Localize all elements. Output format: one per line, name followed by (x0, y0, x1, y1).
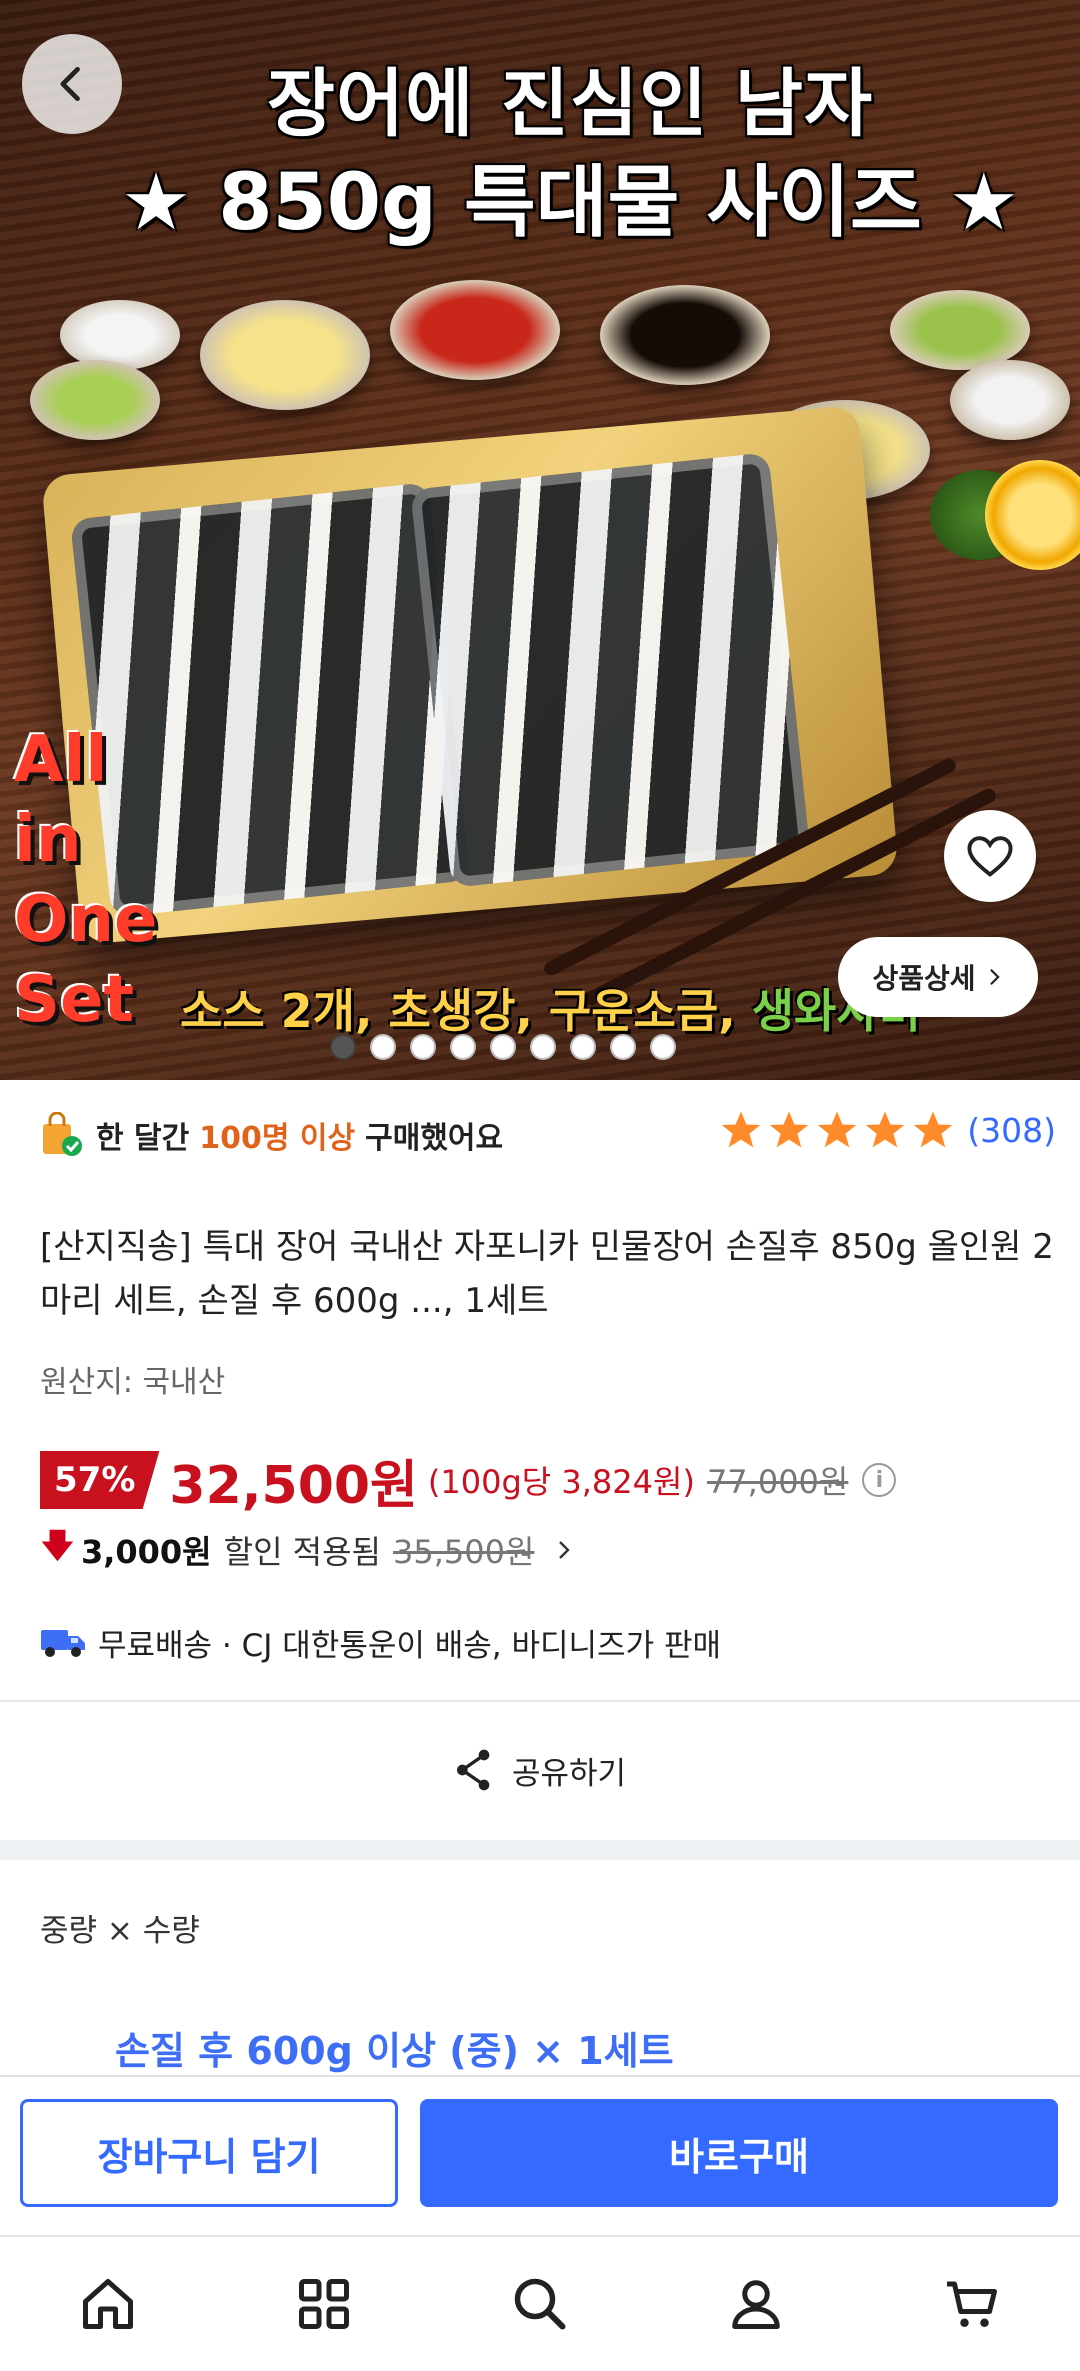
salt-bowl-right (950, 360, 1070, 440)
soy-sauce-bowl (600, 285, 770, 385)
wasabi-bowl (890, 290, 1030, 370)
heart-icon (967, 836, 1013, 877)
star-icon (770, 1111, 809, 1148)
product-title: [산지직송] 특대 장어 국내산 자포니카 민물장어 손질후 850g 올인원 … (40, 1227, 1054, 1321)
category-icon (299, 2279, 349, 2329)
price-info-icon[interactable]: i (862, 1463, 897, 1497)
original-price: 77,000원 (706, 1463, 849, 1501)
shopping-bag-check-icon (43, 1112, 82, 1156)
home-icon (83, 2279, 133, 2329)
discount-badge: 57% (40, 1451, 160, 1509)
star-icon (866, 1111, 905, 1148)
selected-option[interactable]: 손질 후 600g 이상 (중) × 1세트 (115, 2020, 674, 2075)
carousel-dot[interactable] (370, 1034, 396, 1060)
cart-icon (947, 2281, 997, 2327)
product-image-carousel[interactable]: 장어에 진심인 남자 ★ 850g 특대물 사이즈 ★ All in One S… (0, 0, 1080, 1080)
truck-icon (41, 1630, 85, 1657)
ginger-bowl (200, 300, 370, 410)
section-separator (0, 1840, 1080, 1860)
product-detail-label: 상품상세 (872, 962, 976, 995)
star-icon (914, 1111, 953, 1148)
buy-now-button[interactable]: 바로구매 (420, 2099, 1058, 2207)
carousel-dot[interactable] (330, 1034, 356, 1060)
chevron-right-icon (989, 969, 1000, 985)
side-text-word: in (14, 803, 82, 877)
tab-my-page[interactable] (701, 2249, 811, 2359)
tab-cart[interactable] (917, 2249, 1027, 2359)
wishlist-button[interactable] (944, 810, 1036, 902)
shipping-info: 무료배송 · CJ 대한통운이 배송, 바디니즈가 판매 (40, 1612, 1056, 1672)
extra-discount-amount: 3,000원 (80, 1533, 212, 1571)
sale-price: 32,500원 (169, 1455, 418, 1516)
tab-home[interactable] (53, 2249, 163, 2359)
salt-bowl (60, 300, 180, 370)
share-icon (456, 1749, 490, 1791)
share-button[interactable]: 공유하기 (0, 1700, 1080, 1840)
carousel-dot[interactable] (530, 1034, 556, 1060)
origin-label: 원산지: 국내산 (40, 1365, 226, 1400)
option-label: 중량 × 수량 (40, 1913, 200, 1949)
pre-discount-price: 35,500원 (393, 1533, 535, 1571)
add-to-cart-button[interactable]: 장바구니 담기 (20, 2099, 398, 2207)
search-icon (514, 2278, 566, 2330)
tab-category[interactable] (269, 2249, 379, 2359)
banner-text: 소스 2개, 초생강, 구운소금, (180, 984, 752, 1038)
my-page-icon (732, 2280, 780, 2329)
extra-discount-label: 할인 적용됨 (223, 1533, 381, 1571)
side-text-word: One (14, 883, 158, 957)
red-sauce-bowl (390, 280, 560, 380)
side-text-word: All (14, 723, 108, 797)
carousel-dot[interactable] (570, 1034, 596, 1060)
all-in-one-set-label: All in One Set (14, 720, 184, 1040)
notice-suffix: 구매했어요 (365, 1121, 504, 1156)
price-block: 57% 32,500원 (100g당 3,824원) 77,000원 i (40, 1445, 1056, 1516)
arrow-down-icon: 🡇 (40, 1525, 75, 1566)
product-detail-button[interactable]: 상품상세 (838, 937, 1038, 1017)
carousel-indicator (330, 1034, 676, 1060)
review-count[interactable]: (308) (967, 1111, 1056, 1150)
carousel-dot[interactable] (410, 1034, 436, 1060)
rating-summary[interactable]: (308) (719, 1108, 1056, 1152)
shipping-text: 무료배송 · CJ 대한통운이 배송, 바디니즈가 판매 (98, 1627, 721, 1664)
notice-highlight: 100명 이상 (199, 1121, 356, 1156)
carousel-dot[interactable] (490, 1034, 516, 1060)
unit-price: (100g당 3,824원) (427, 1463, 695, 1501)
carousel-dot[interactable] (610, 1034, 636, 1060)
share-label: 공유하기 (511, 1755, 627, 1792)
star-icon (818, 1111, 857, 1148)
hero-title-line1: 장어에 진심인 남자 (266, 61, 874, 147)
included-items-banner: 소스 2개, 초생강, 구운소금, 생와사비 (180, 975, 921, 1041)
purchase-action-bar: 장바구니 담기 바로구매 (0, 2075, 1080, 2235)
chevron-right-icon (559, 1541, 571, 1559)
hero-title-line2: ★ 850g 특대물 사이즈 ★ (121, 158, 1019, 248)
notice-prefix: 한 달간 (96, 1121, 190, 1156)
carousel-dot[interactable] (450, 1034, 476, 1060)
extra-discount-row[interactable]: 🡇 3,000원 할인 적용됨 35,500원 (40, 1525, 1056, 1575)
tab-search[interactable] (485, 2249, 595, 2359)
eel-pack-right (410, 452, 810, 888)
bottom-navigation (0, 2235, 1080, 2371)
star-icon (722, 1111, 761, 1148)
side-text-word: Set (14, 963, 135, 1037)
wasabi-bowl-left (30, 360, 160, 440)
carousel-dot[interactable] (650, 1034, 676, 1060)
